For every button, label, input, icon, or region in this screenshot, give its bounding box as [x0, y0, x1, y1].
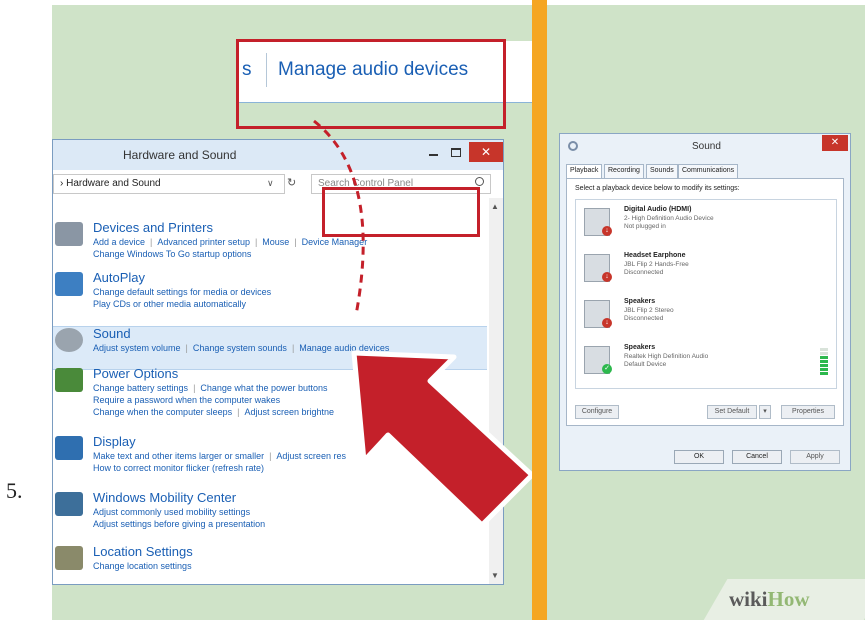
tab-sounds[interactable]: Sounds [646, 164, 678, 178]
device-description: 2- High Definition Audio Device [624, 215, 714, 222]
playback-device-item[interactable]: ↓ Digital Audio (HDMI) 2- High Definition … [580, 206, 830, 242]
device-name: Headset Earphone [624, 252, 686, 259]
disconnected-icon: ↓ [602, 318, 612, 328]
device-description: JBL Flip 2 Hands-Free [624, 261, 689, 268]
set-default-dropdown-icon[interactable]: ▾ [759, 405, 771, 419]
level-segment [820, 348, 828, 351]
tab-recording[interactable]: Recording [604, 164, 644, 178]
set-default-button[interactable]: Set Default [707, 405, 757, 419]
device-description: Not plugged in [624, 223, 666, 230]
cursor-arrow-icon [351, 350, 532, 528]
dashed-connector [313, 119, 365, 316]
playback-device-list: ↓ Digital Audio (HDMI) 2- High Definition … [575, 199, 837, 389]
device-description: Default Device [624, 361, 667, 368]
device-name: Speakers [624, 344, 656, 351]
playback-device-item[interactable]: ✓ Speakers Realtek High Definition Audio De… [580, 344, 830, 380]
left-panel: Hardware and Sound ✕ › Hardware and Soun… [52, 5, 532, 620]
tab-playback[interactable]: Playback [566, 164, 603, 179]
panel-divider [532, 0, 547, 620]
device-name: Speakers [624, 298, 656, 305]
level-segment [820, 368, 828, 371]
playback-device-item[interactable]: ↓ Speakers JBL Flip 2 Stereo Disconnected [580, 298, 830, 334]
annotation-layer [313, 119, 532, 528]
level-segment [820, 356, 828, 359]
volume-level-meter [820, 348, 828, 378]
device-description: Disconnected [624, 315, 664, 322]
step-number: 5. [6, 478, 23, 503]
disconnected-icon: ↓ [602, 272, 612, 282]
default-check-icon: ✓ [602, 364, 612, 374]
level-segment [820, 364, 828, 367]
level-segment [820, 372, 828, 375]
device-description: Realtek High Definition Audio [624, 353, 709, 360]
playback-device-item[interactable]: ↓ Headset Earphone JBL Flip 2 Hands-Free Di… [580, 252, 830, 288]
configure-button[interactable]: Configure [575, 405, 619, 419]
level-segment [820, 352, 828, 355]
sound-dialog: Sound ✕ Playback Recording Sounds Commun… [559, 133, 851, 471]
device-description: Disconnected [624, 269, 664, 276]
playback-tab-body: Select a playback device below to modify… [566, 178, 844, 426]
right-panel: Sound ✕ Playback Recording Sounds Commun… [547, 5, 865, 620]
watermark-wiki: wiki [729, 587, 768, 611]
cancel-button[interactable]: Cancel [732, 450, 782, 464]
ok-button[interactable]: OK [674, 450, 724, 464]
tab-communications[interactable]: Communications [678, 164, 739, 178]
sound-dialog-title-bar: Sound ✕ [560, 134, 850, 160]
level-segment [820, 360, 828, 363]
device-description: JBL Flip 2 Stereo [624, 307, 674, 314]
sound-dialog-title: Sound [692, 141, 721, 152]
disconnected-icon: ↓ [602, 226, 612, 236]
playback-instruction: Select a playback device below to modify… [575, 185, 740, 192]
device-name: Digital Audio (HDMI) [624, 206, 692, 213]
sound-dialog-icon [568, 141, 578, 151]
wikihow-watermark: wikiHow [729, 587, 810, 612]
watermark-how: How [767, 587, 810, 611]
apply-button[interactable]: Apply [790, 450, 840, 464]
sound-dialog-close-button[interactable]: ✕ [822, 135, 848, 151]
properties-button[interactable]: Properties [781, 405, 835, 419]
